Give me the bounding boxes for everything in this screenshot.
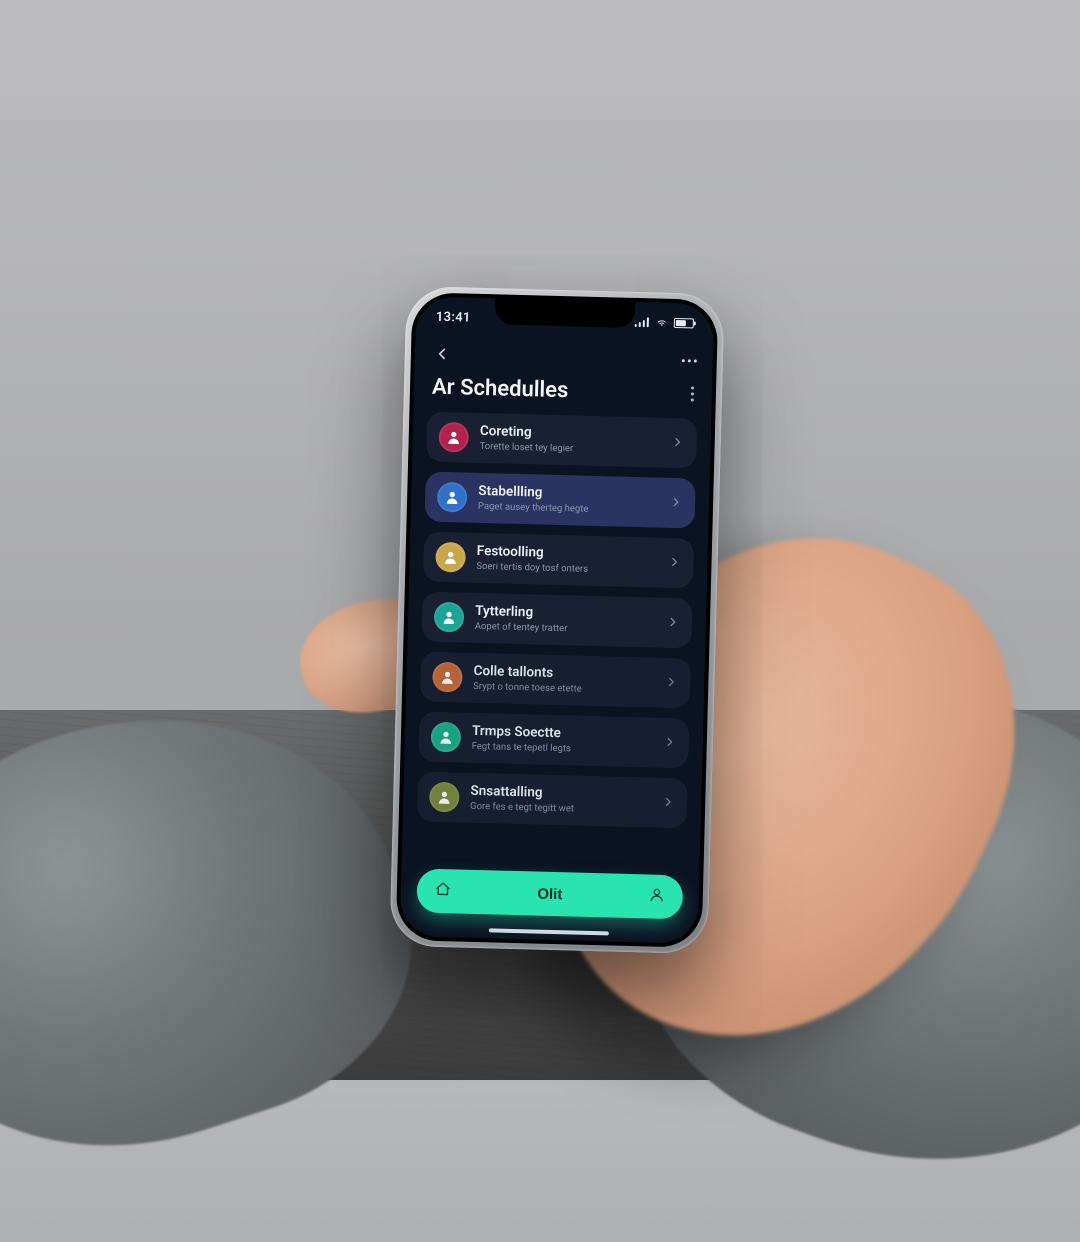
avatar (431, 722, 462, 753)
list-item[interactable]: StabelllingPaget ausey therteg hegte (425, 472, 696, 529)
app-screen: 13:41 (400, 296, 715, 944)
profile-icon (649, 887, 666, 907)
avatar (434, 602, 465, 633)
list-item-labels: CoretingTorette loset tey legier (479, 423, 660, 457)
chevron-right-icon (670, 433, 684, 452)
list-item-subtitle: Srypt o tonne toese etette (473, 681, 653, 697)
cellular-icon (635, 317, 650, 327)
list-item-labels: FestoollingSoeri tertis doy tosf onters (476, 543, 657, 577)
list-item-title: Coreting (480, 423, 660, 443)
schedule-list[interactable]: CoretingTorette loset tey legier Stabelll… (402, 411, 712, 866)
chevron-right-icon (669, 493, 683, 512)
list-item-subtitle: Torette loset tey legier (479, 441, 659, 457)
list-item-title: Stabellling (478, 483, 658, 503)
list-item-labels: StabelllingPaget ausey therteg hegte (478, 483, 659, 517)
chevron-right-icon (666, 613, 680, 632)
list-item-subtitle: Fegt tans te tepetl legts (472, 741, 652, 757)
list-item-labels: Colle tallontsSrypt o tonne toese etette (473, 663, 654, 697)
list-item-labels: SnsattallingGore fes e tegt tegitt wet (470, 783, 651, 817)
list-item[interactable]: TytterlingAopet of tentey tratter (421, 591, 692, 648)
chevron-right-icon (661, 793, 675, 812)
phone-notch (495, 298, 636, 328)
chevron-right-icon (667, 553, 681, 572)
wifi-icon (655, 317, 669, 327)
phone-bezel: 13:41 (396, 292, 719, 948)
chevron-right-icon (664, 673, 678, 692)
list-item-title: Colle tallonts (473, 663, 653, 683)
list-item-subtitle: Aopet of tentey tratter (475, 621, 655, 637)
phone-frame: 13:41 (389, 286, 724, 954)
primary-cta-button[interactable]: Olit (416, 868, 683, 919)
chevron-right-icon (663, 733, 677, 752)
home-icon (435, 881, 452, 901)
avatar (435, 542, 466, 573)
list-item-subtitle: Soeri tertis doy tosf onters (476, 561, 656, 577)
more-button[interactable] (682, 359, 697, 362)
list-item[interactable]: SnsattallingGore fes e tegt tegitt wet (417, 771, 688, 828)
list-item-title: Festoolling (477, 543, 657, 563)
page-title: Ar Schedulles (432, 375, 569, 404)
list-item-labels: TytterlingAopet of tentey tratter (475, 603, 656, 637)
list-item[interactable]: Colle tallontsSrypt o tonne toese etette (420, 651, 691, 708)
back-button[interactable] (431, 343, 454, 366)
avatar (437, 482, 468, 513)
cta-label: Olit (451, 883, 649, 905)
avatar (432, 662, 463, 693)
list-item-title: Tytterling (475, 603, 655, 623)
page-header: Ar Schedulles (413, 368, 712, 419)
battery-icon (674, 318, 694, 329)
list-item-subtitle: Paget ausey therteg hegte (478, 501, 658, 517)
list-item-labels: Trmps SoectteFegt tans te tepetl legts (472, 723, 653, 757)
list-item-title: Snsattalling (470, 783, 650, 803)
list-item[interactable]: Trmps SoectteFegt tans te tepetl legts (418, 711, 689, 768)
avatar (438, 422, 469, 453)
list-item-title: Trmps Soectte (472, 723, 652, 743)
list-item[interactable]: FestoollingSoeri tertis doy tosf onters (423, 531, 694, 588)
avatar (429, 782, 460, 813)
status-time: 13:41 (436, 309, 471, 325)
list-item[interactable]: CoretingTorette loset tey legier (426, 412, 697, 469)
kebab-menu-icon[interactable] (691, 386, 694, 401)
list-item-subtitle: Gore fes e tegt tegitt wet (470, 801, 650, 817)
